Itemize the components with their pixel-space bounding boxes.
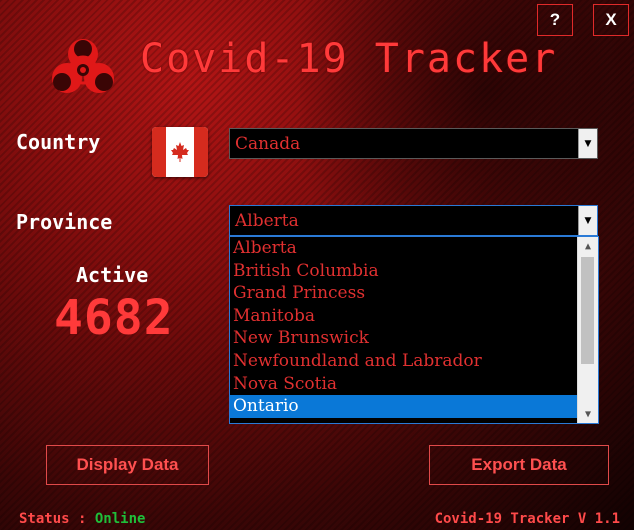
status-value: Online xyxy=(94,511,146,527)
export-data-button[interactable]: Export Data xyxy=(429,445,609,485)
dropdown-option[interactable]: Nova Scotia xyxy=(230,373,577,396)
dropdown-option[interactable]: British Columbia xyxy=(230,260,577,283)
chevron-down-icon[interactable]: ▼ xyxy=(578,129,597,158)
active-label: Active xyxy=(76,263,149,287)
close-button[interactable]: X xyxy=(593,4,629,36)
dropdown-option[interactable]: Newfoundland and Labrador xyxy=(230,350,577,373)
scrollbar-thumb[interactable] xyxy=(581,257,594,364)
dropdown-option[interactable]: Grand Princess xyxy=(230,282,577,305)
dropdown-option[interactable]: Manitoba xyxy=(230,305,577,328)
status-bar: Status : Online xyxy=(19,511,145,527)
status-label: Status : xyxy=(19,511,95,527)
active-count: 4682 xyxy=(54,290,174,346)
app-title: Covid-19 Tracker xyxy=(140,36,558,82)
app-window: ? X Covid-19 Tracker Country Canada ▼ Pr xyxy=(0,0,634,530)
country-select[interactable]: Canada ▼ xyxy=(229,128,598,159)
display-data-button[interactable]: Display Data xyxy=(46,445,209,485)
version-label: Covid-19 Tracker V 1.1 xyxy=(434,511,620,527)
dropdown-option[interactable]: New Brunswick xyxy=(230,327,577,350)
province-label: Province xyxy=(16,210,113,234)
biohazard-icon xyxy=(52,39,114,93)
scroll-down-icon[interactable]: ▼ xyxy=(578,405,598,423)
dropdown-option-highlighted[interactable]: Ontario xyxy=(230,395,577,418)
province-select-value: Alberta xyxy=(235,210,299,231)
dropdown-scrollbar[interactable]: ▲ ▼ xyxy=(577,237,598,423)
canada-flag-icon xyxy=(152,127,208,177)
country-select-value: Canada xyxy=(235,133,301,154)
chevron-down-icon[interactable]: ▼ xyxy=(578,206,597,235)
province-select[interactable]: Alberta ▼ xyxy=(229,205,598,236)
dropdown-option[interactable]: Alberta xyxy=(230,237,577,260)
scroll-up-icon[interactable]: ▲ xyxy=(578,237,598,255)
province-dropdown-list[interactable]: Alberta British Columbia Grand Princess … xyxy=(229,236,599,424)
help-button[interactable]: ? xyxy=(537,4,573,36)
country-label: Country xyxy=(16,130,101,154)
